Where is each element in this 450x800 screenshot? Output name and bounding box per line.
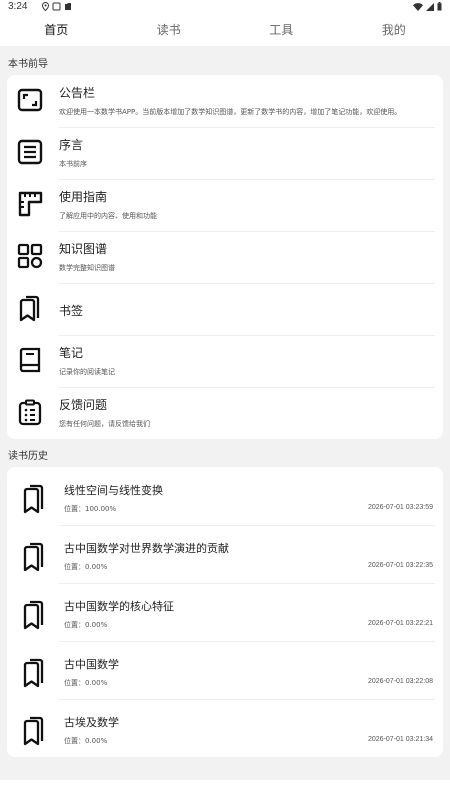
history-item[interactable]: 古中国数学对世界数学演进的贡献 位置：0.00% 2026-07-01 03:2… (7, 525, 443, 583)
history-date: 2026-07-01 03:22:21 (368, 620, 433, 627)
menu-item-bookmarks[interactable]: 书签 (7, 283, 443, 335)
menu-item-knowledge-graph[interactable]: 知识图谱 数学完整知识图谱 (7, 231, 443, 283)
knowledge-graph-subtitle: 数学完整知识图谱 (59, 264, 115, 272)
history-item[interactable]: 古埃及数学 位置：0.00% 2026-07-01 03:21:34 (7, 699, 443, 757)
history-item[interactable]: 古中国数学的核心特征 位置：0.00% 2026-07-01 03:22:21 (7, 583, 443, 641)
history-title: 古中国数学 (64, 658, 119, 671)
bookmark-icon (23, 542, 44, 572)
top-tab-bar: 首页 读书 工具 我的 (0, 14, 450, 46)
guide-card: 公告栏 欢迎使用一本数学书APP。当前版本增加了数学知识图谱，更新了数学书的内容… (7, 75, 443, 439)
location-icon (42, 2, 49, 11)
tab-reading[interactable]: 读书 (113, 14, 226, 46)
user-guide-subtitle: 了解应用中的内容、使用和功能 (59, 212, 157, 220)
bookmark-icon (23, 658, 44, 688)
file-notification-icon (65, 3, 71, 10)
navigation-bar (0, 780, 450, 800)
notes-subtitle: 记录你的阅读笔记 (59, 368, 115, 376)
bookmark-icon (19, 295, 40, 322)
bookmark-icon (23, 600, 44, 630)
history-position: 位置：0.00% (64, 679, 108, 687)
menu-item-announcement[interactable]: 公告栏 欢迎使用一本数学书APP。当前版本增加了数学知识图谱，更新了数学书的内容… (7, 75, 443, 127)
history-item[interactable]: 线性空间与线性变换 位置：100.00% 2026-07-01 03:23:59 (7, 467, 443, 525)
preface-subtitle: 本书前序 (59, 160, 87, 168)
history-title: 古埃及数学 (64, 716, 119, 729)
feedback-subtitle: 您有任何问题，请反馈给我们 (59, 420, 150, 428)
wifi-icon (413, 2, 423, 11)
history-date: 2026-07-01 03:23:59 (368, 504, 433, 511)
history-position: 位置：0.00% (64, 563, 108, 571)
menu-item-notes[interactable]: 笔记 记录你的阅读笔记 (7, 335, 443, 387)
menu-item-preface[interactable]: 序言 本书前序 (7, 127, 443, 179)
history-date: 2026-07-01 03:22:08 (368, 678, 433, 685)
preface-title: 序言 (59, 138, 84, 152)
history-position: 位置：0.00% (64, 621, 108, 629)
tab-home[interactable]: 首页 (0, 14, 113, 46)
notes-title: 笔记 (59, 346, 84, 360)
feedback-title: 反馈问题 (59, 398, 108, 412)
ruler-icon (18, 191, 43, 217)
announcement-title: 公告栏 (59, 86, 96, 100)
history-title: 线性空间与线性变换 (64, 484, 163, 497)
history-position: 位置：100.00% (64, 505, 117, 513)
user-guide-title: 使用指南 (59, 190, 108, 204)
book-icon (19, 347, 41, 373)
history-item[interactable]: 古中国数学 位置：0.00% 2026-07-01 03:22:08 (7, 641, 443, 699)
menu-item-feedback[interactable]: 反馈问题 您有任何问题，请反馈给我们 (7, 387, 443, 439)
screen-frame-icon (17, 88, 43, 112)
bookmark-icon (23, 716, 44, 746)
app-notification-icon (52, 2, 61, 11)
bookmark-icon (23, 484, 44, 514)
bookmarks-title: 书签 (59, 304, 84, 318)
status-time: 3:24 (8, 1, 28, 12)
battery-icon (437, 2, 442, 11)
tab-mine[interactable]: 我的 (338, 14, 450, 46)
signal-icon (426, 2, 434, 11)
guide-section-title: 本书前导 (8, 59, 48, 70)
knowledge-graph-title: 知识图谱 (59, 242, 108, 256)
clipboard-icon (18, 399, 42, 426)
document-lines-icon (17, 139, 43, 165)
history-section-title: 读书历史 (8, 451, 48, 462)
status-bar: 3:24 (0, 0, 450, 14)
history-title: 古中国数学的核心特征 (64, 600, 174, 613)
history-card: 线性空间与线性变换 位置：100.00% 2026-07-01 03:23:59… (7, 467, 443, 757)
history-title: 古中国数学对世界数学演进的贡献 (64, 542, 229, 555)
grid-icon (17, 243, 43, 269)
menu-item-user-guide[interactable]: 使用指南 了解应用中的内容、使用和功能 (7, 179, 443, 231)
announcement-subtitle: 欢迎使用一本数学书APP。当前版本增加了数学知识图谱，更新了数学书的内容，增加了… (59, 108, 402, 116)
history-date: 2026-07-01 03:22:35 (368, 562, 433, 569)
history-position: 位置：0.00% (64, 737, 108, 745)
history-date: 2026-07-01 03:21:34 (368, 736, 433, 743)
tab-tools[interactable]: 工具 (225, 14, 338, 46)
